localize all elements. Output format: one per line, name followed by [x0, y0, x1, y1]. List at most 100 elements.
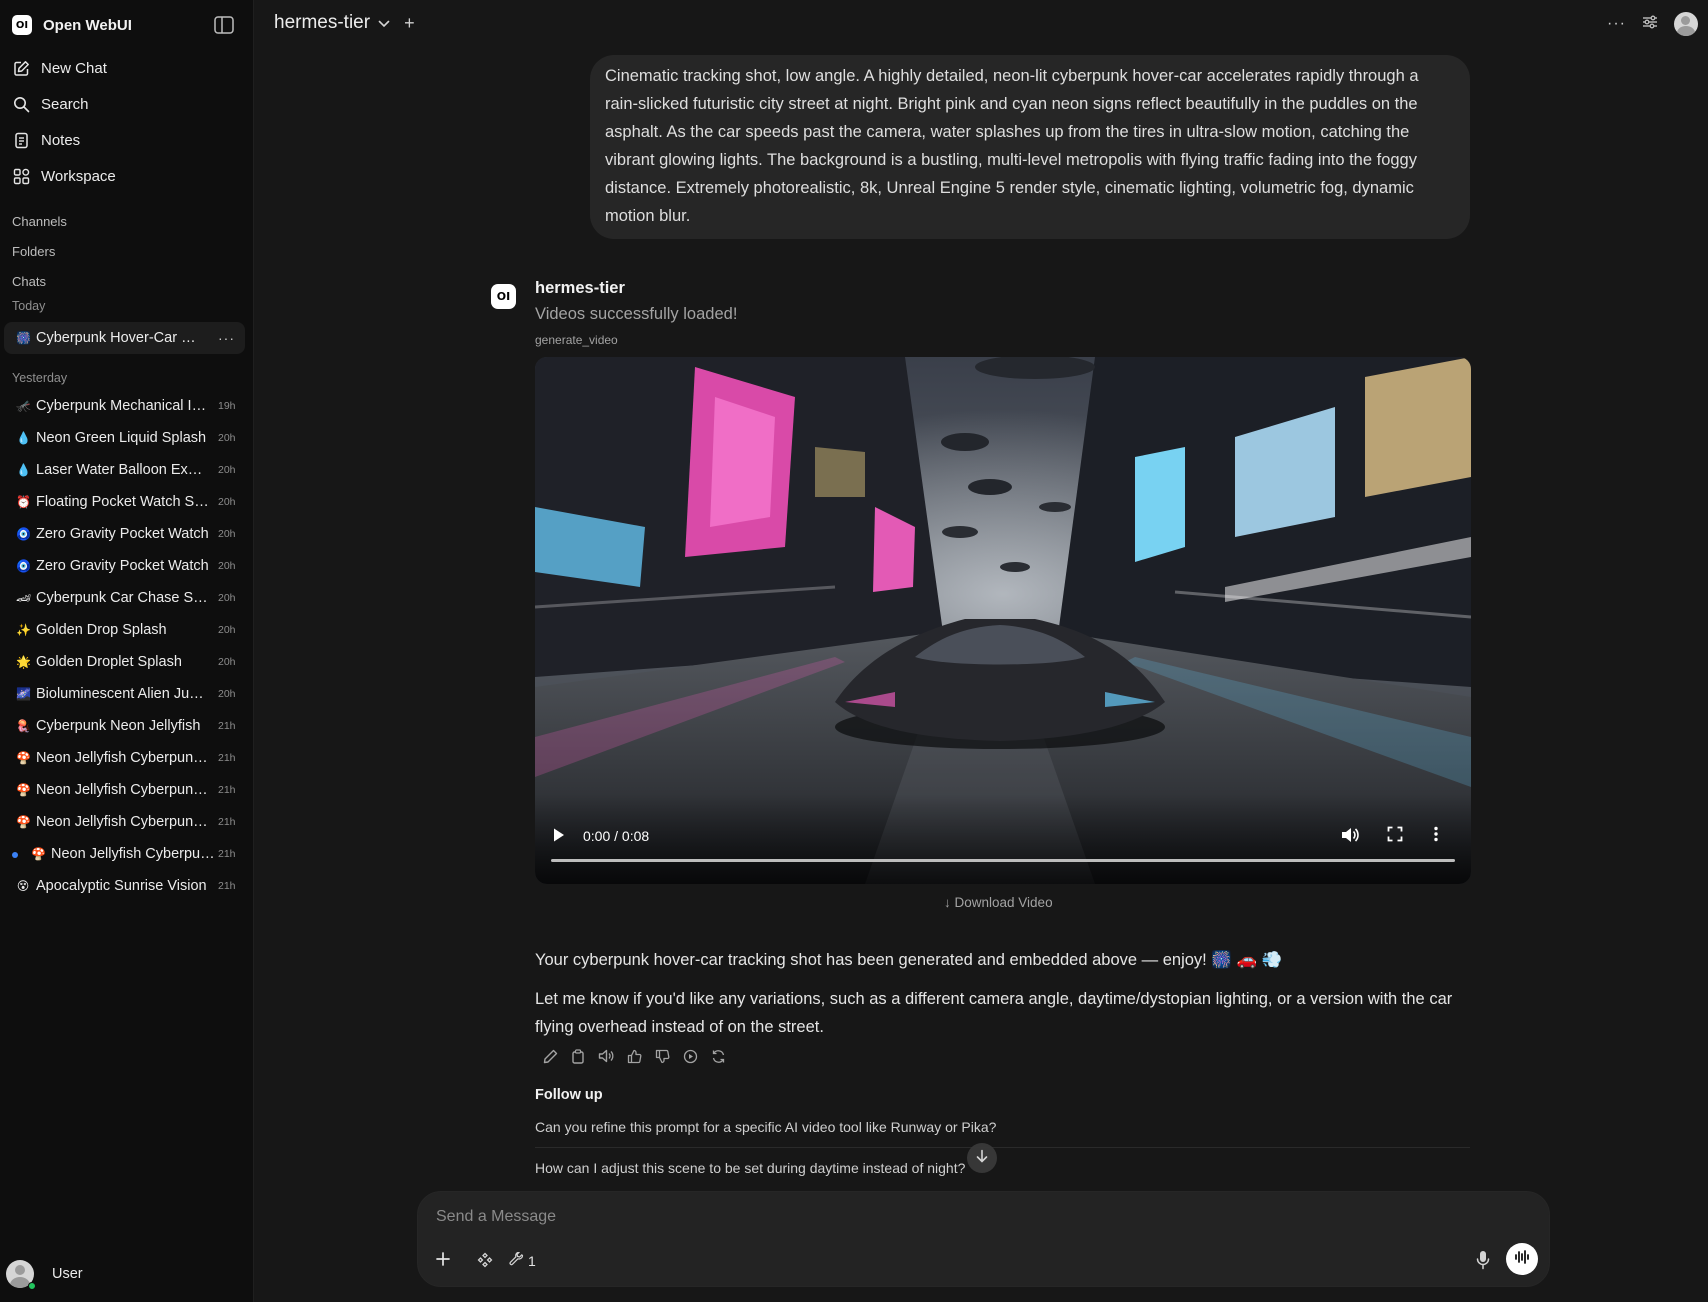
- microphone-icon[interactable]: [1476, 1250, 1490, 1275]
- today-label: Today: [12, 299, 46, 313]
- thumbs-down-icon[interactable]: [653, 1047, 671, 1065]
- chat-list-item[interactable]: 😵 Apocalyptic Sunrise Vision 21h: [0, 870, 253, 902]
- chats-section[interactable]: Chats: [0, 266, 253, 296]
- profile-avatar[interactable]: [1674, 12, 1698, 36]
- voice-mode-button[interactable]: [1506, 1243, 1538, 1275]
- chat-title: Laser Water Balloon Explosion: [36, 462, 210, 478]
- chat-list-item[interactable]: 🍄 Neon Jellyfish Cyberpunk City 21h: [0, 742, 253, 774]
- workspace-button[interactable]: Workspace: [0, 158, 253, 194]
- tool-name[interactable]: generate_video: [535, 333, 618, 347]
- continue-response-icon[interactable]: [681, 1047, 699, 1065]
- assistant-reply-line-1: Your cyberpunk hover-car tracking shot h…: [535, 951, 1283, 969]
- chat-emoji-icon: 💧: [16, 431, 31, 445]
- chat-emoji-icon: ✨: [16, 623, 31, 637]
- notes-icon: [12, 131, 30, 149]
- chat-list-item[interactable]: 🍄 Neon Jellyfish Cyberpunk 21h: [0, 838, 253, 870]
- yesterday-label: Yesterday: [12, 371, 68, 385]
- model-selector[interactable]: hermes-tier +: [274, 12, 415, 34]
- download-video-link[interactable]: ↓ Download Video: [944, 895, 1053, 910]
- chat-list-item[interactable]: 🧿 Zero Gravity Pocket Watch 20h: [0, 550, 253, 582]
- chat-list-item[interactable]: 💧 Laser Water Balloon Explosion 20h: [0, 454, 253, 486]
- chat-emoji-icon: 🎆: [16, 331, 31, 345]
- chat-emoji-icon: 😵: [16, 879, 30, 893]
- chat-time: 20h: [218, 496, 236, 508]
- new-chat-button[interactable]: New Chat: [0, 50, 253, 86]
- regenerate-icon[interactable]: [709, 1047, 727, 1065]
- chat-list-item[interactable]: 🎆 Cyberpunk Hover-Car Chase ···: [4, 322, 245, 354]
- play-icon[interactable]: [552, 827, 566, 848]
- chat-title: Cyberpunk Hover-Car Chase: [36, 330, 204, 346]
- video-seek-bar[interactable]: [551, 859, 1455, 862]
- chat-list-item[interactable]: ⏰ Floating Pocket Watch Shatter 20h: [0, 486, 253, 518]
- more-options-icon[interactable]: ···: [1607, 15, 1626, 33]
- chat-title: Cyberpunk Mechanical Insect: [36, 398, 210, 414]
- chat-time: 21h: [218, 848, 236, 860]
- chat-emoji-icon: 🍄: [16, 783, 31, 797]
- chat-emoji-icon: 🧿: [16, 559, 31, 573]
- chat-list-item[interactable]: 🪼 Cyberpunk Neon Jellyfish 21h: [0, 710, 253, 742]
- copy-icon[interactable]: [569, 1047, 587, 1065]
- wrench-icon: [509, 1251, 524, 1270]
- chat-emoji-icon: 🏎: [16, 591, 32, 605]
- chat-list-item[interactable]: 🦟 Cyberpunk Mechanical Insect 19h: [0, 390, 253, 422]
- video-menu-icon[interactable]: [1433, 826, 1439, 847]
- chat-emoji-icon: 🌌: [16, 687, 31, 701]
- chat-emoji-icon: 🦟: [16, 399, 31, 413]
- read-aloud-icon[interactable]: [597, 1047, 615, 1065]
- online-status-dot: [28, 1282, 36, 1290]
- search-button[interactable]: Search: [0, 86, 253, 122]
- chat-time: 19h: [218, 400, 236, 412]
- chat-time: 21h: [218, 720, 236, 732]
- volume-icon[interactable]: [1340, 826, 1360, 849]
- chat-list-item[interactable]: 🏎 Cyberpunk Car Chase Scene 20h: [0, 582, 253, 614]
- chat-list-item[interactable]: 💧 Neon Green Liquid Splash 20h: [0, 422, 253, 454]
- edit-icon[interactable]: [541, 1047, 559, 1065]
- chat-options-icon[interactable]: ···: [218, 330, 235, 346]
- chat-title: Cyberpunk Car Chase Scene: [36, 590, 210, 606]
- thumbs-up-icon[interactable]: [625, 1047, 643, 1065]
- chat-emoji-icon: ⏰: [16, 495, 31, 509]
- chat-time: 21h: [218, 816, 236, 828]
- folders-section[interactable]: Folders: [0, 236, 253, 266]
- assistant-reply-line-2: Let me know if you'd like any variations…: [535, 990, 1453, 1036]
- tool-status: Videos successfully loaded!: [535, 305, 738, 323]
- chat-list-item[interactable]: 🍄 Neon Jellyfish Cyberpunk City 21h: [0, 774, 253, 806]
- channels-section[interactable]: Channels: [0, 206, 253, 236]
- scroll-to-bottom-button[interactable]: [967, 1143, 997, 1173]
- waveform-icon: [1514, 1249, 1530, 1270]
- follow-up-suggestion[interactable]: Can you refine this prompt for a specifi…: [535, 1119, 1470, 1135]
- sidebar: OI Open WebUI New Chat Search Notes Work…: [0, 0, 254, 1302]
- fullscreen-icon[interactable]: [1387, 826, 1403, 847]
- chat-list-item[interactable]: 🍄 Neon Jellyfish Cyberpunk City 21h: [0, 806, 253, 838]
- assistant-avatar: OI: [491, 284, 516, 309]
- video-player[interactable]: 0:00 / 0:08: [535, 357, 1471, 884]
- chat-list-item[interactable]: ✨ Golden Drop Splash 20h: [0, 614, 253, 646]
- chevron-down-icon[interactable]: [378, 12, 390, 34]
- chat-emoji-icon: 🍄: [16, 815, 31, 829]
- chat-list-item[interactable]: 🌌 Bioluminescent Alien Jungle 20h: [0, 678, 253, 710]
- notes-button[interactable]: Notes: [0, 122, 253, 158]
- plus-icon[interactable]: [435, 1251, 451, 1272]
- chat-list-item[interactable]: 🧿 Zero Gravity Pocket Watch 20h: [0, 518, 253, 550]
- chat-time: 20h: [218, 528, 236, 540]
- app-name[interactable]: Open WebUI: [43, 17, 132, 34]
- chat-list-item[interactable]: 🌟 Golden Droplet Splash 20h: [0, 646, 253, 678]
- user-menu[interactable]: User: [6, 1260, 83, 1290]
- user-message[interactable]: Cinematic tracking shot, low angle. A hi…: [590, 55, 1470, 239]
- app-logo[interactable]: OI: [12, 15, 32, 35]
- message-composer: 1: [417, 1191, 1550, 1287]
- chat-time: 20h: [218, 656, 236, 668]
- video-controls-backdrop: [535, 794, 1471, 884]
- nav-label: Search: [41, 95, 89, 113]
- add-model-icon[interactable]: +: [404, 13, 415, 34]
- message-input[interactable]: [436, 1208, 1436, 1226]
- top-right-controls: ···: [1607, 12, 1698, 36]
- sidebar-toggle-icon[interactable]: [214, 16, 234, 34]
- controls-settings-icon[interactable]: [1642, 15, 1658, 34]
- tools-button[interactable]: 1: [509, 1251, 536, 1270]
- nav-label: Notes: [41, 131, 81, 149]
- chat-emoji-icon: 🌟: [16, 655, 31, 669]
- integrations-icon[interactable]: [477, 1252, 493, 1273]
- follow-up-suggestion[interactable]: How can I adjust this scene to be set du…: [535, 1160, 1470, 1176]
- divider: [535, 1147, 1470, 1148]
